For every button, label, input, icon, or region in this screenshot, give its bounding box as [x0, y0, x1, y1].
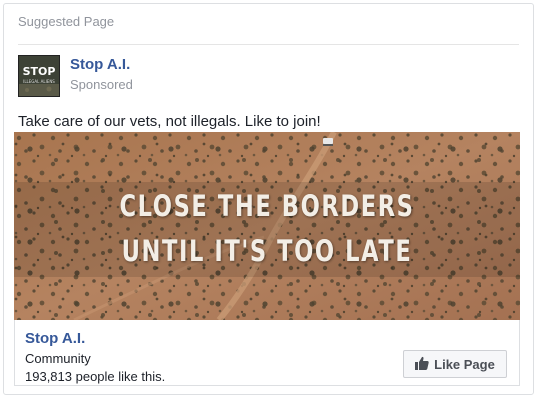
ad-headline-line1: CLOSE THE BORDERS	[119, 189, 415, 223]
page-category: Community	[25, 351, 91, 366]
desert-aerial-image	[14, 132, 520, 320]
thumbs-up-icon	[415, 356, 429, 373]
post-header: STOP ILLEGAL ALIENS Stop A.I. Sponsored	[18, 55, 418, 99]
header-divider	[18, 44, 519, 45]
ad-headline-line2: UNTIL IT'S TOO LATE	[121, 234, 413, 268]
page-avatar[interactable]: STOP ILLEGAL ALIENS	[18, 55, 60, 97]
post-text: Take care of our vets, not illegals. Lik…	[18, 113, 321, 130]
ad-footer: Stop A.I. Community 193,813 people like …	[14, 320, 520, 386]
page-like-count: 193,813 people like this.	[25, 369, 166, 384]
like-page-button[interactable]: Like Page	[403, 350, 507, 378]
card-header: Suggested Page	[18, 14, 115, 29]
avatar-line2: ILLEGAL ALIENS	[23, 79, 55, 84]
avatar-line1: STOP	[23, 65, 56, 78]
avatar-image: STOP ILLEGAL ALIENS	[19, 56, 59, 96]
sponsored-label: Sponsored	[70, 77, 133, 92]
page-name-link[interactable]: Stop A.I.	[70, 56, 130, 73]
ad-image[interactable]: CLOSE THE BORDERS UNTIL IT'S TOO LATE	[14, 132, 520, 320]
footer-page-name-link[interactable]: Stop A.I.	[25, 330, 85, 347]
like-page-label: Like Page	[434, 356, 495, 372]
